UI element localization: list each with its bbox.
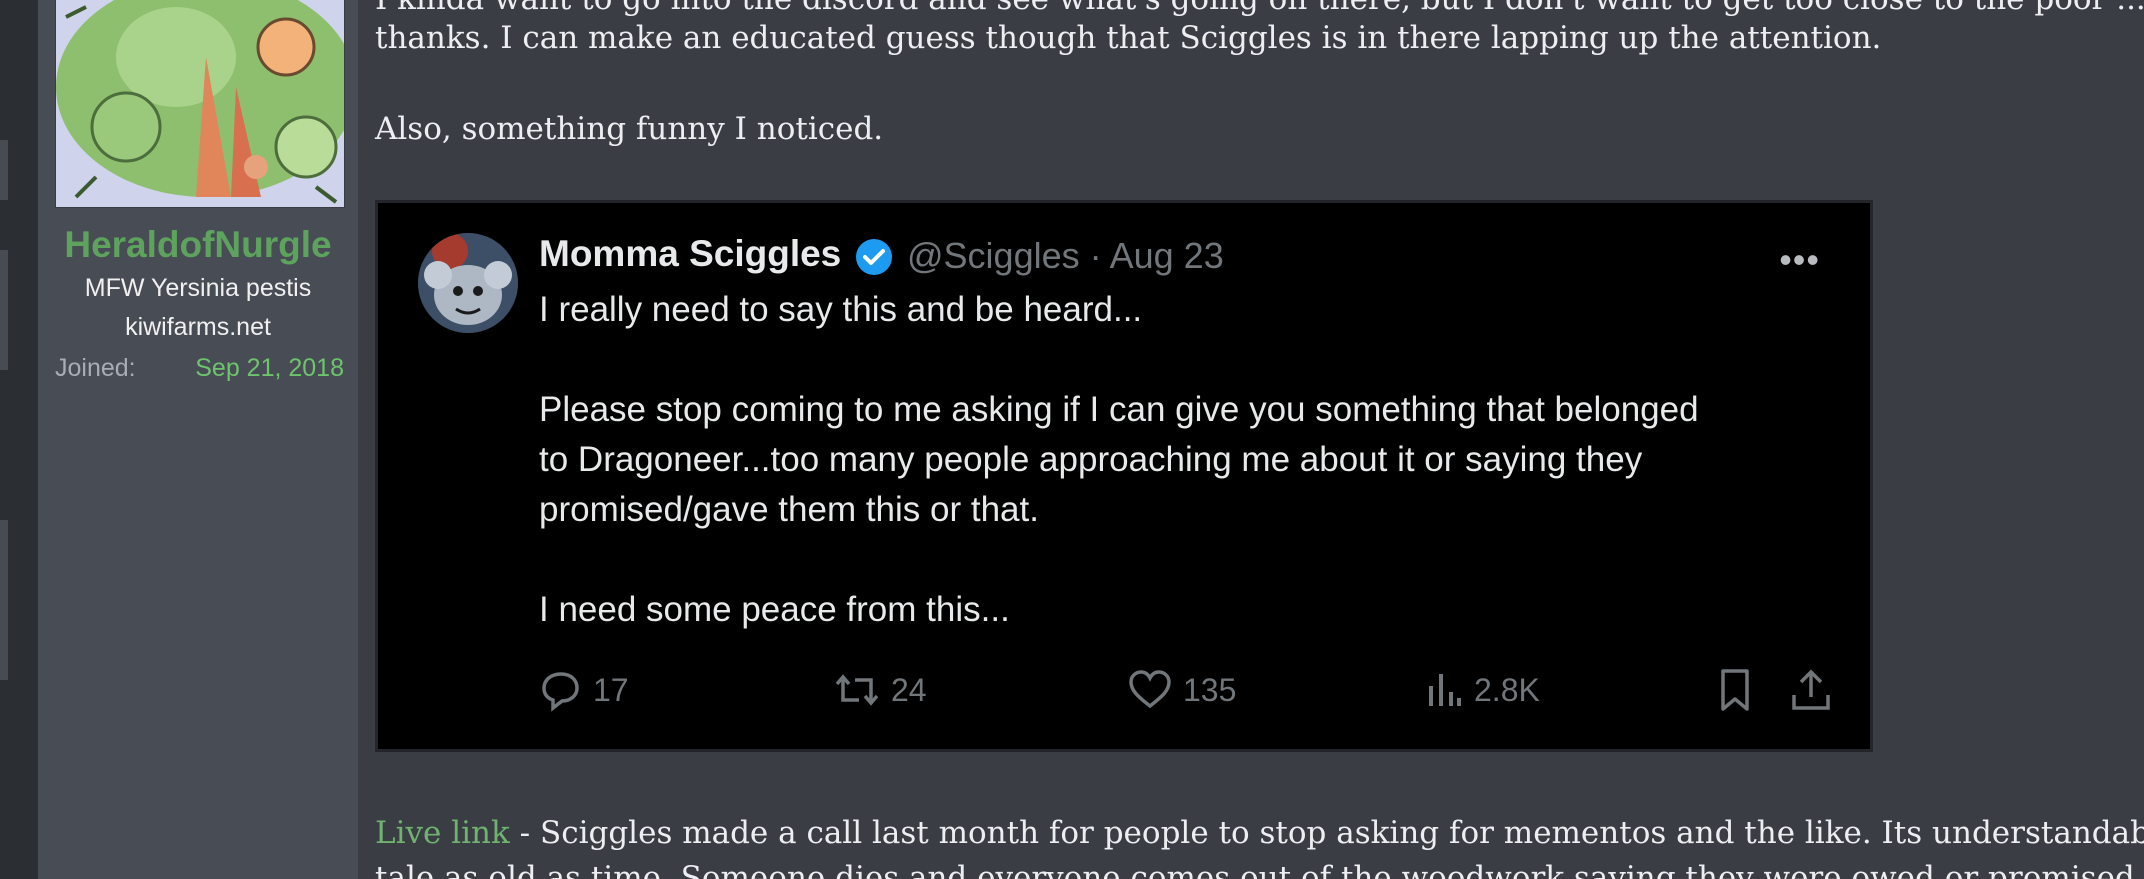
post-line-partial-bottom: tale as old as time. Someone dies and ev… [375, 860, 2144, 879]
post-line-1: thanks. I can make an educated guess tho… [375, 20, 1882, 56]
post-line-3: Live link - Sciggles made a call last mo… [375, 815, 2144, 851]
tweet-handle-date: @Sciggles · Aug 23 [907, 235, 1224, 276]
edge-decoration [0, 250, 8, 370]
tweet-author-name: Momma Sciggles [539, 233, 842, 274]
user-info-panel: HeraldofNurgle MFW Yersinia pestis kiwif… [38, 0, 358, 879]
live-link[interactable]: Live link [375, 815, 510, 851]
post-line-partial: I kinda want to go into the discord and … [375, 0, 2144, 17]
username[interactable]: HeraldofNurgle [38, 224, 358, 266]
tweet-text-line: promised/gave them this or that. [539, 490, 1039, 529]
tweet-reply-action: 17 [539, 665, 629, 715]
like-count: 135 [1183, 671, 1237, 708]
user-site: kiwifarms.net [125, 313, 271, 341]
reply-icon [542, 672, 579, 712]
tweet-like-action: 135 [1127, 665, 1236, 715]
repost-icon [835, 674, 879, 706]
repost-count: 24 [891, 671, 927, 708]
joined-label: Joined: [55, 354, 136, 382]
user-title: MFW Yersinia pestis [84, 274, 312, 302]
forum-page: HeraldofNurgle MFW Yersinia pestis kiwif… [0, 0, 2144, 879]
tweet-views-action: 2.8K [1424, 665, 1540, 715]
verified-badge-icon [856, 239, 892, 275]
tweet-text-line: I need some peace from this... [539, 590, 1010, 629]
like-icon [1129, 670, 1171, 709]
edge-decoration [0, 520, 8, 680]
embedded-tweet-image[interactable]: Momma Sciggles @Sciggles · Aug 23 ••• I … [375, 200, 1873, 752]
tweet-text-line: Please stop coming to me asking if I can… [539, 390, 1699, 429]
edge-decoration [0, 140, 8, 200]
tweet-text-line: I really need to say this and be heard..… [539, 290, 1143, 329]
post-line-3-text: - Sciggles made a call last month for pe… [509, 815, 2144, 851]
tweet-share-action [1789, 665, 1833, 715]
avatar-image [56, 0, 344, 207]
tweet-avatar [418, 233, 518, 333]
share-icon [1792, 669, 1830, 710]
more-options-icon: ••• [1779, 239, 1820, 280]
joined-date: Sep 21, 2018 [195, 354, 344, 382]
reply-count: 17 [593, 671, 629, 708]
tweet-bookmark-action [1715, 665, 1755, 715]
views-icon [1429, 674, 1461, 706]
user-avatar[interactable] [55, 0, 345, 208]
bookmark-icon [1721, 669, 1749, 711]
tweet-repost-action: 24 [833, 665, 927, 715]
left-edge-panel [0, 0, 39, 879]
tweet-text-line: to Dragoneer...too many people approachi… [539, 440, 1643, 479]
post-line-2: Also, something funny I noticed. [375, 111, 884, 147]
views-count: 2.8K [1474, 671, 1540, 708]
